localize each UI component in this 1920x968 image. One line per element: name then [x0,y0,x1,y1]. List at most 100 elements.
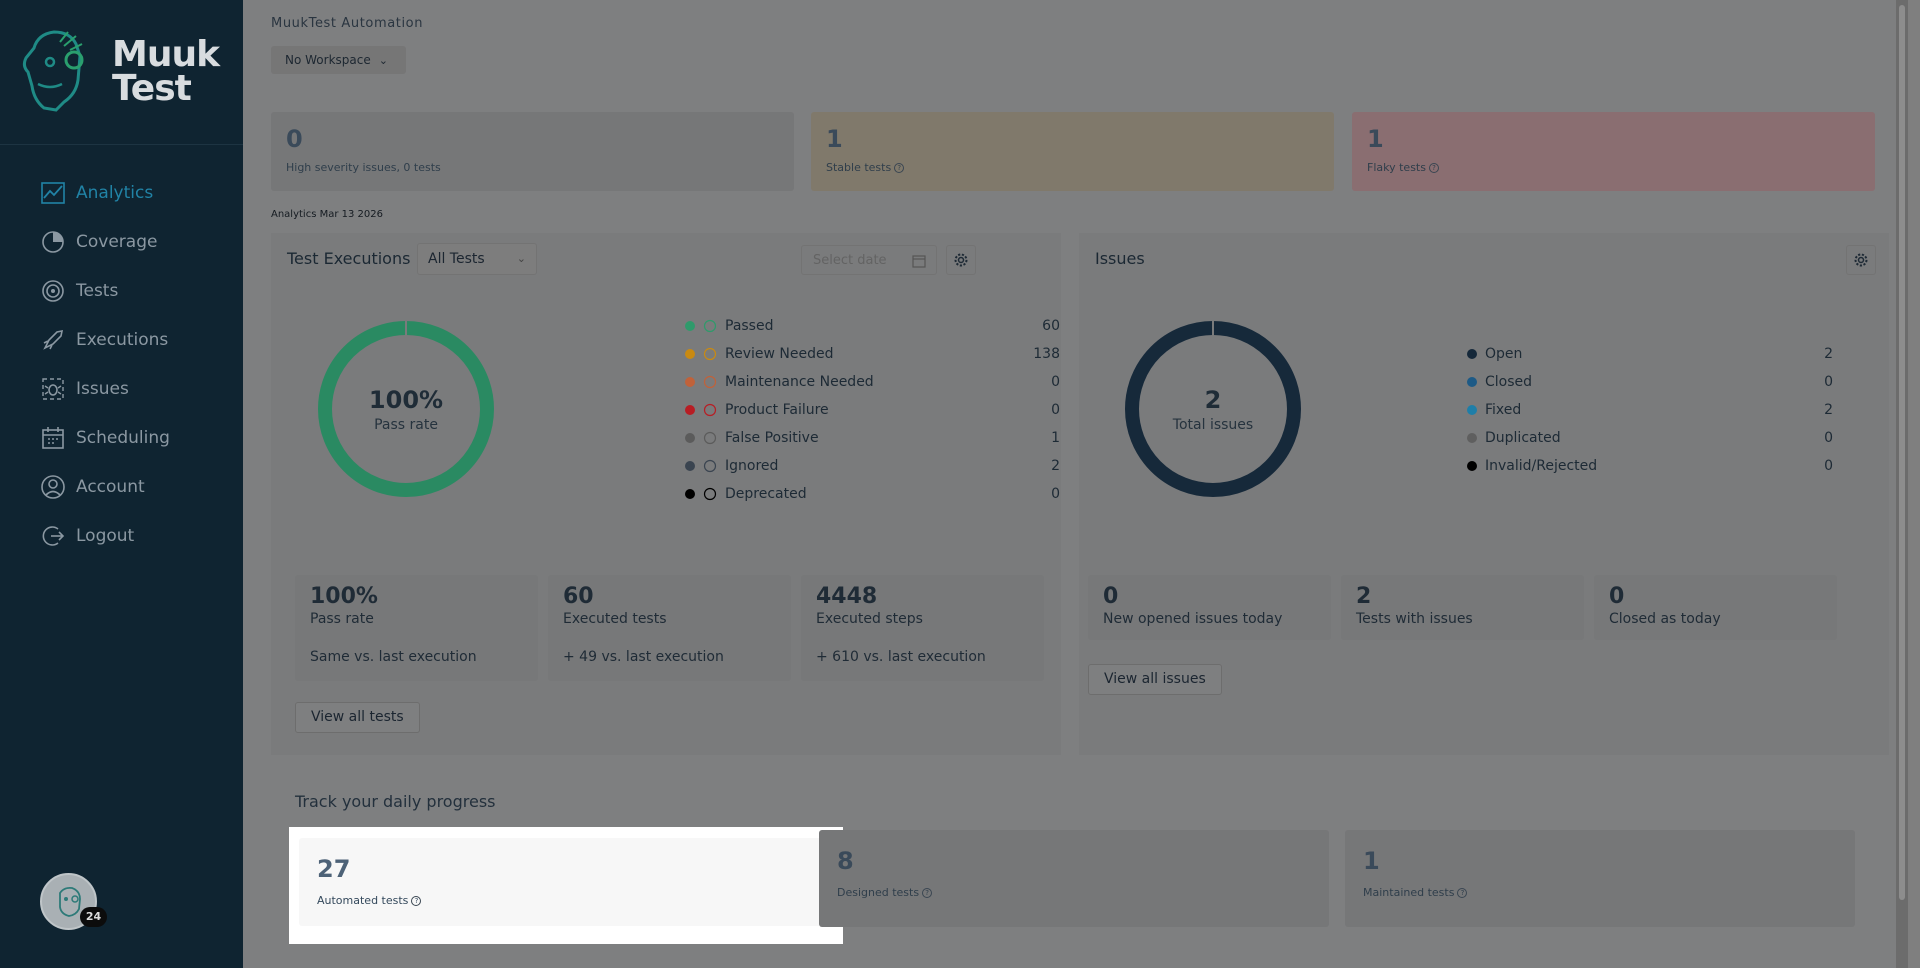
date-picker-input[interactable]: Select date [801,245,937,275]
legend-label: Duplicated [1485,430,1561,446]
logo-wordmark: Muuk Test [112,34,220,109]
check-circle-icon [703,319,717,333]
sidebar-item-label: Account [76,476,145,497]
view-all-tests-button[interactable]: View all tests [295,702,420,733]
pass-rate-center: 100% Pass rate [315,318,497,500]
issues-legend: Open 2 Closed 0 Fixed 2 Duplicated 0 Invalid/Rej… [1467,340,1833,480]
sidebar-item-label: Scheduling [76,427,170,448]
scrollbar[interactable] [1896,0,1908,968]
sidebar-item-scheduling[interactable]: Scheduling [0,413,243,462]
scrollbar-thumb[interactable] [1899,5,1905,900]
pass-rate-label: Pass rate [374,416,438,433]
card-value: 4448 [816,584,878,609]
executions-settings-button[interactable] [946,245,976,275]
sidebar-item-label: Tests [76,280,119,301]
stable-tests-label-row: Stable tests? [826,161,1319,174]
sidebar-item-label: Coverage [76,231,158,252]
executed-tests-card: 60 Executed tests + 49 vs. last executio… [548,575,791,681]
legend-item: Review Needed 138 [685,340,1060,368]
tools-icon [703,375,717,389]
logo-line1: Muuk [112,34,220,75]
executed-steps-card: 4448 Executed steps + 610 vs. last execu… [801,575,1044,681]
sidebar-item-label: Issues [76,378,129,399]
sidebar-item-issues[interactable]: Issues [0,364,243,413]
help-icon[interactable]: ? [894,163,905,173]
legend-color-dot [685,489,695,499]
muuktest-logo: Muuk Test [20,28,225,116]
legend-value: 1 [1051,430,1060,446]
tests-filter-select[interactable]: All Tests ⌄ [417,243,537,275]
legend-label: Review Needed [725,346,834,362]
legend-value: 2 [1824,402,1833,418]
pass-rate-card: 100% Pass rate Same vs. last execution [295,575,538,681]
new-issues-card: 0 New opened issues today [1088,575,1331,640]
designed-tests-label: Designed tests [837,886,920,899]
designed-tests-card[interactable]: 8 Designed tests? [819,830,1329,927]
legend-label: Deprecated [725,486,807,502]
legend-item: Deprecated 0 [685,480,1060,508]
legend-item: Closed 0 [1467,368,1833,396]
logout-icon [40,523,66,549]
sidebar-item-account[interactable]: Account [0,462,243,511]
ban-icon [703,459,717,473]
flaky-tests-label: Flaky tests [1367,161,1426,174]
sidebar-item-coverage[interactable]: Coverage [0,217,243,266]
view-all-issues-button[interactable]: View all issues [1088,664,1222,695]
sidebar-item-executions[interactable]: Executions [0,315,243,364]
high-severity-label: High severity issues, 0 tests [286,161,441,174]
legend-color-dot [685,377,695,387]
sidebar-item-logout[interactable]: Logout [0,511,243,560]
help-icon[interactable]: ? [1428,163,1439,173]
card-label: New opened issues today [1103,611,1283,627]
high-severity-value: 0 [286,125,303,153]
account-icon [40,474,66,500]
notification-badge: 24 [80,907,107,927]
legend-value: 0 [1824,374,1833,390]
chevron-down-icon: ⌄ [378,53,388,67]
logo-line2: Test [112,68,192,109]
daily-progress-title: Track your daily progress [295,792,496,811]
pass-rate-donut: 100% Pass rate [315,318,497,500]
legend-color-dot [685,405,695,415]
analytics-icon [40,180,66,206]
high-severity-card: 0 High severity issues, 0 tests [271,112,794,191]
maintained-tests-card[interactable]: 1 Maintained tests? [1345,830,1855,927]
workspace-select[interactable]: No Workspace ⌄ [271,46,406,74]
legend-label: Closed [1485,374,1533,390]
maintained-tests-value: 1 [1363,847,1380,875]
legend-item: Maintenance Needed 0 [685,368,1060,396]
legend-item: Fixed 2 [1467,396,1833,424]
legend-color-dot [1467,405,1477,415]
automated-tests-card[interactable]: 27 Automated tests? [299,838,833,926]
tests-with-issues-card: 2 Tests with issues [1341,575,1584,640]
flaky-tests-value: 1 [1367,125,1384,153]
help-icon[interactable]: ? [922,888,933,898]
pass-rate-value: 100% [368,385,444,414]
sidebar-item-tests[interactable]: Tests [0,266,243,315]
tests-filter-value: All Tests [428,251,485,267]
scheduling-icon [40,425,66,451]
calendar-icon [912,255,926,268]
sidebar-item-analytics[interactable]: Analytics [0,168,243,217]
legend-item: False Positive 1 [685,424,1060,452]
sidebar-divider [0,144,243,145]
date-picker-placeholder: Select date [813,253,887,268]
legend-item: Product Failure 0 [685,396,1060,424]
issues-settings-button[interactable] [1846,245,1876,275]
legend-value: 0 [1051,402,1060,418]
legend-color-dot [1467,461,1477,471]
legend-label: Fixed [1485,402,1522,418]
legend-value: 0 [1051,486,1060,502]
issues-donut: 2 Total issues [1122,318,1304,500]
false-positive-icon [703,431,717,445]
robot-face-logo-icon [22,30,84,112]
help-icon[interactable]: ? [411,896,422,906]
card-value: 60 [563,584,594,609]
legend-color-dot [685,321,695,331]
card-value: 2 [1356,584,1372,609]
legend-color-dot [1467,377,1477,387]
legend-label: Invalid/Rejected [1485,458,1598,474]
chevron-down-icon: ⌄ [516,252,526,265]
legend-item: Ignored 2 [685,452,1060,480]
help-icon[interactable]: ? [1457,888,1468,898]
